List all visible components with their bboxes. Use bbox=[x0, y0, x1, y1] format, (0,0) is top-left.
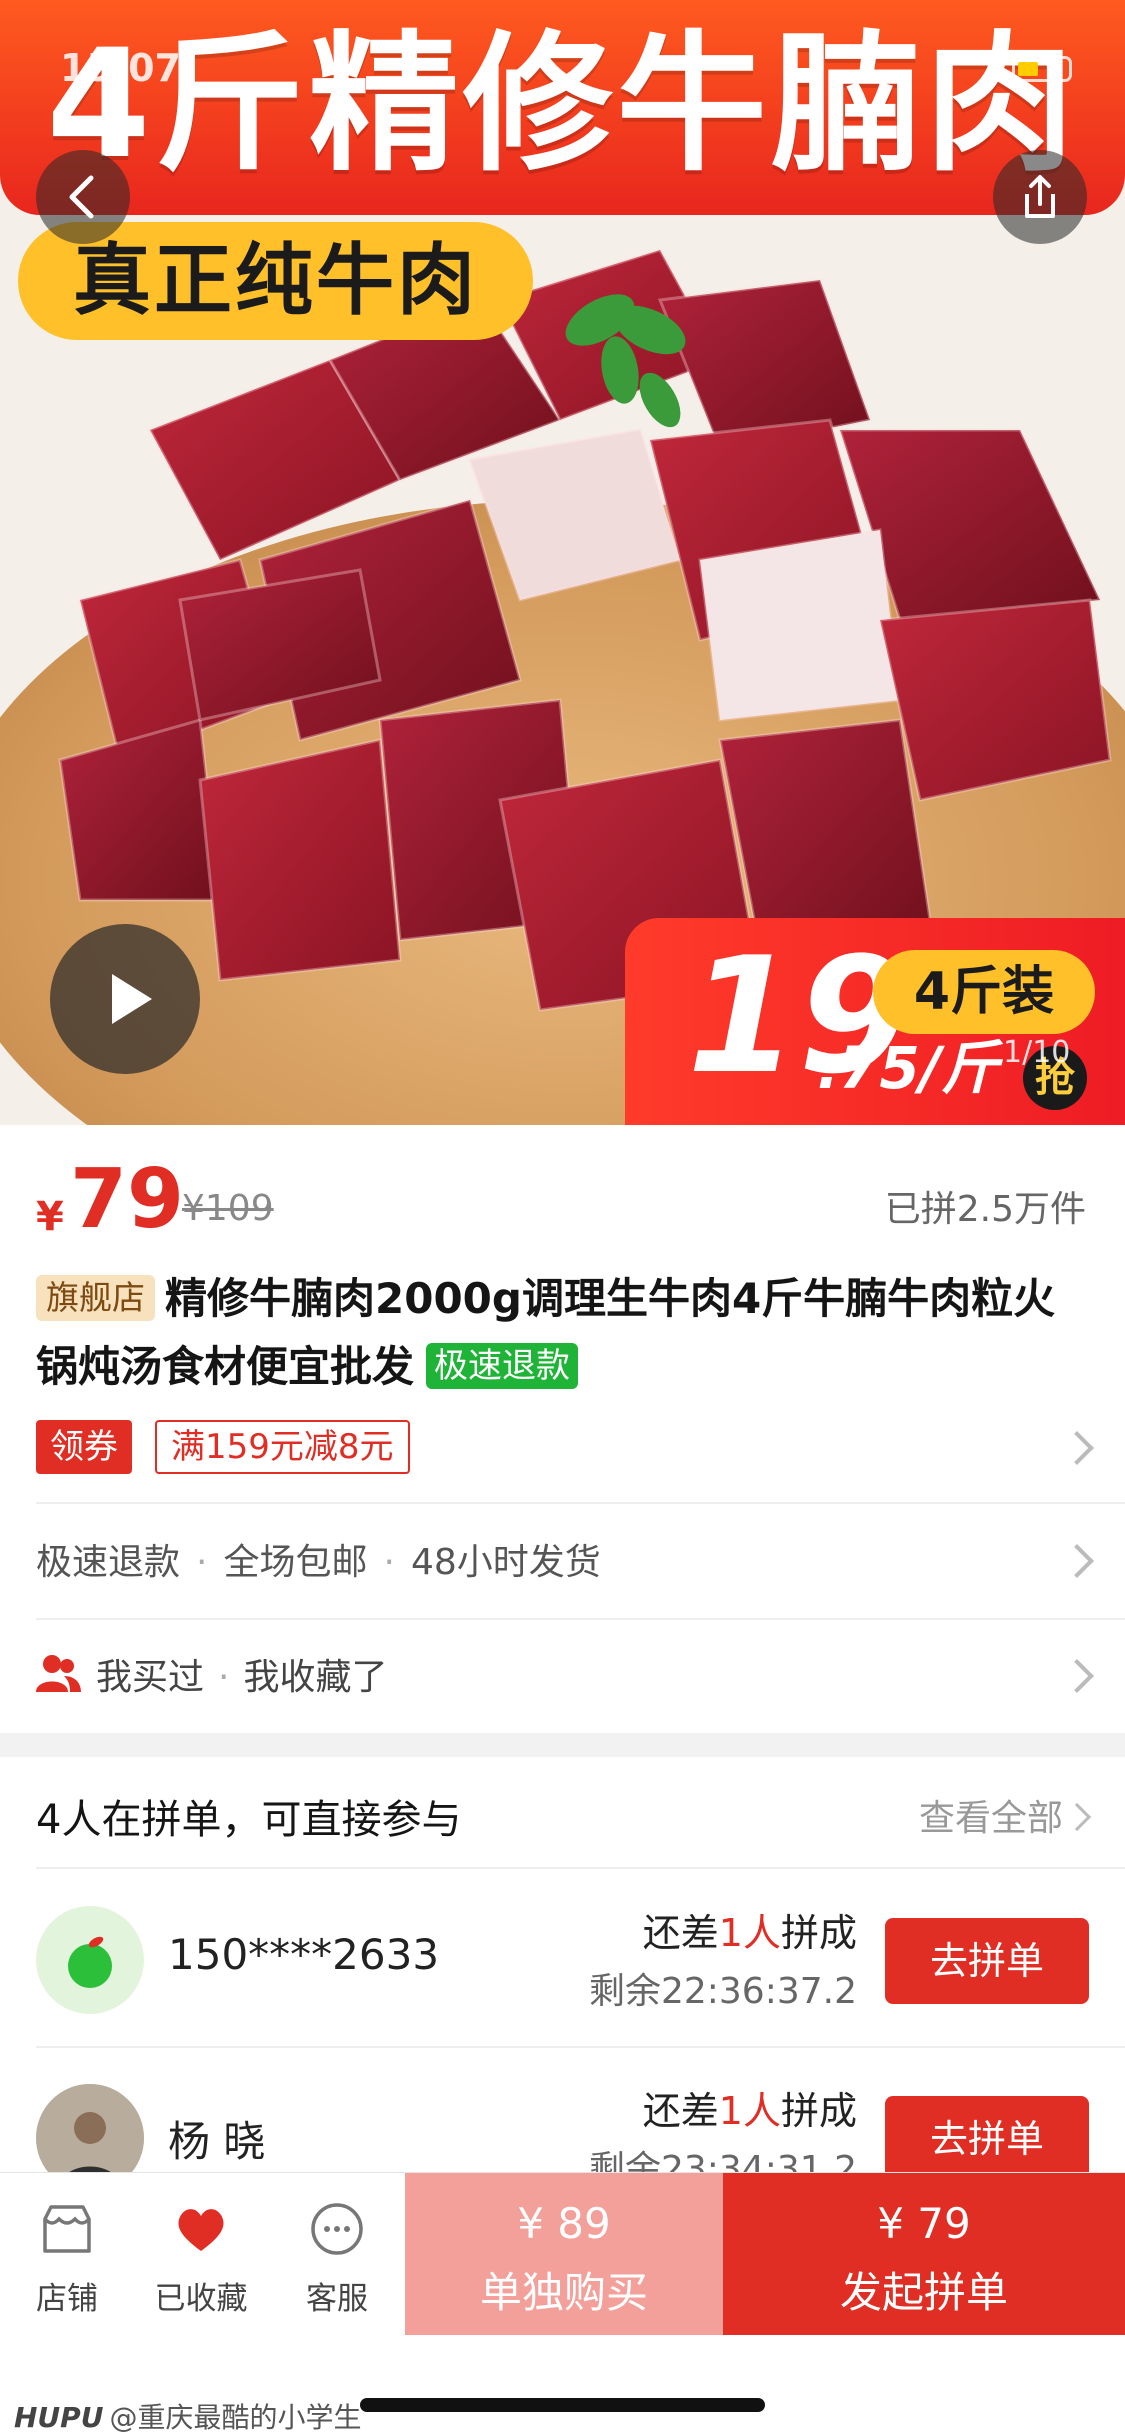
section-gap bbox=[0, 1733, 1125, 1757]
home-indicator[interactable] bbox=[360, 2398, 765, 2412]
status-time: 15:07 bbox=[60, 46, 181, 90]
chat-icon bbox=[311, 2203, 363, 2255]
service-item: 48小时发货 bbox=[410, 1542, 601, 1583]
product-title: 旗舰店 精修牛腩肉2000g调理生牛肉4斤牛腩牛肉粒火锅炖汤食材便宜批发 极速退款 bbox=[36, 1265, 1096, 1401]
user-name: 150****2633 bbox=[168, 1930, 440, 1979]
tab-label: 客服 bbox=[306, 2281, 368, 2317]
group-buy-price: ¥ 79 bbox=[877, 2199, 971, 2248]
get-coupon-button[interactable]: 领券 bbox=[36, 1420, 132, 1474]
play-icon bbox=[112, 974, 152, 1024]
hero-banner-text: 4斤精修牛腩肉 bbox=[46, 18, 1079, 192]
sold-count: 已拼2.5万件 bbox=[884, 1189, 1086, 1230]
history-text: 我买过 · 我收藏了 bbox=[96, 1657, 388, 1698]
heart-icon bbox=[178, 2209, 224, 2251]
favorited: 我收藏了 bbox=[243, 1657, 388, 1698]
back-button[interactable] bbox=[36, 150, 130, 244]
divider bbox=[36, 1502, 1125, 1504]
share-icon bbox=[1025, 175, 1055, 218]
apple-avatar-icon bbox=[68, 1936, 112, 1988]
status-icons bbox=[960, 52, 1080, 82]
watermark: HUPU @重庆最酷的小学生 bbox=[14, 2401, 362, 2434]
original-price: ¥109 bbox=[182, 1188, 274, 1229]
user-name: 杨 晓 bbox=[168, 2117, 266, 2166]
bought-before: 我买过 bbox=[96, 1657, 205, 1698]
service-list: 极速退款 · 全场包邮 · 48小时发货 bbox=[36, 1542, 601, 1583]
chevron-right-icon bbox=[1060, 1544, 1094, 1578]
tab-store[interactable]: 店铺 bbox=[2, 2173, 132, 2335]
bottom-action-bar: 店铺 已收藏 客服 ¥ 89 单独购买 ¥ 79 发起拼单 bbox=[0, 2172, 1125, 2335]
avatar bbox=[36, 1906, 144, 2014]
lack-text: 还差1人拼成 bbox=[642, 2089, 857, 2133]
battery-icon bbox=[1012, 56, 1072, 82]
fast-refund-tag: 极速退款 bbox=[426, 1343, 579, 1389]
chevron-left-icon bbox=[69, 175, 94, 219]
tab-favorited[interactable]: 已收藏 bbox=[136, 2173, 266, 2335]
group-buy-label: 发起拼单 bbox=[839, 2268, 1008, 2317]
coupon-row[interactable]: 领券 满159元减8元 bbox=[0, 1408, 1125, 1492]
history-row[interactable]: 我买过 · 我收藏了 bbox=[0, 1620, 1125, 1730]
group-buy-item: 150****2633 还差1人拼成 剩余22:36:37.2 去拼单 bbox=[0, 1870, 1125, 2048]
price-row: ¥ 79 ¥109 已拼2.5万件 bbox=[36, 1150, 1086, 1247]
remaining-time: 剩余22:36:37.2 bbox=[588, 1971, 857, 2012]
divider bbox=[36, 1867, 1125, 1869]
group-buy-title: 4人在拼单，可直接参与 bbox=[36, 1797, 462, 1843]
image-counter: 1/10 bbox=[1003, 1035, 1071, 1070]
lack-text: 还差1人拼成 bbox=[642, 1911, 857, 1955]
view-all-link[interactable]: 查看全部 bbox=[919, 1789, 1063, 1841]
service-item: 极速退款 bbox=[36, 1542, 181, 1583]
chevron-right-icon bbox=[1060, 1659, 1094, 1693]
hero-price-unit: .75/斤 bbox=[817, 1034, 999, 1102]
join-group-button[interactable]: 去拼单 bbox=[885, 1918, 1089, 2004]
store-icon bbox=[43, 2205, 91, 2253]
service-item: 全场包邮 bbox=[223, 1542, 368, 1583]
join-group-button[interactable]: 去拼单 bbox=[885, 2096, 1089, 2182]
users-icon bbox=[36, 1655, 81, 1692]
current-price: 79 bbox=[70, 1152, 185, 1247]
start-group-buy-button[interactable]: ¥ 79 发起拼单 bbox=[723, 2173, 1125, 2335]
group-buy-header: 4人在拼单，可直接参与 查看全部 bbox=[0, 1757, 1125, 1867]
tab-label: 店铺 bbox=[36, 2281, 98, 2317]
buy-alone-button[interactable]: ¥ 89 单独购买 bbox=[405, 2173, 723, 2335]
flagship-badge: 旗舰店 bbox=[36, 1275, 155, 1321]
chevron-right-icon bbox=[1062, 1802, 1092, 1832]
tab-customer-service[interactable]: 客服 bbox=[272, 2173, 402, 2335]
hero-price-tag: 19 .75/斤 4斤装 抢 bbox=[625, 918, 1125, 1125]
service-row[interactable]: 极速退款 · 全场包邮 · 48小时发货 bbox=[0, 1505, 1125, 1615]
share-button[interactable] bbox=[993, 150, 1087, 244]
coupon-tag: 满159元减8元 bbox=[155, 1420, 410, 1474]
product-image-gallery[interactable]: 4斤精修牛腩肉 真正纯牛肉 19 .75/斤 4斤装 抢 1/10 15:07 bbox=[0, 0, 1125, 1125]
play-video-button[interactable] bbox=[50, 924, 200, 1074]
hero-banner: 4斤精修牛腩肉 bbox=[0, 0, 1125, 215]
tab-label: 已收藏 bbox=[154, 2281, 248, 2317]
chevron-right-icon bbox=[1060, 1431, 1094, 1465]
hero-pack-pill: 4斤装 bbox=[873, 950, 1095, 1034]
buy-alone-price: ¥ 89 bbox=[517, 2199, 611, 2248]
buy-alone-label: 单独购买 bbox=[479, 2268, 648, 2317]
price-currency: ¥ bbox=[36, 1194, 64, 1240]
